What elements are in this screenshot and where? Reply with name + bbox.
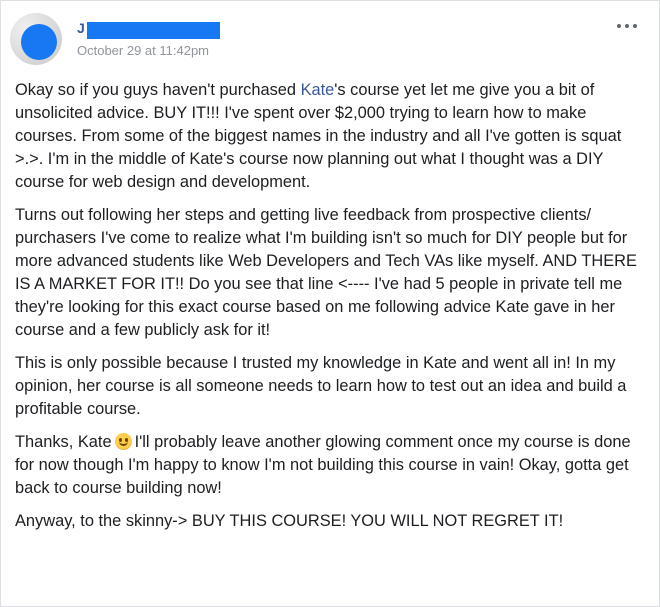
post-header: J October 29 at 11:42pm (10, 13, 649, 65)
facebook-post: J October 29 at 11:42pm Okay so if you g… (0, 0, 660, 607)
post-timestamp[interactable]: October 29 at 11:42pm (77, 43, 209, 59)
more-options-button[interactable] (617, 21, 637, 31)
smiley-emoji-icon (114, 433, 132, 450)
mention-link-kate[interactable]: Kate (301, 81, 335, 99)
author-name-redaction (87, 22, 220, 39)
post-paragraph-1: Okay so if you guys haven't purchased Ka… (15, 79, 645, 194)
post-body: Okay so if you guys haven't purchased Ka… (15, 79, 645, 543)
paragraph-text: Okay so if you guys haven't purchased (15, 81, 301, 99)
avatar[interactable] (10, 13, 62, 65)
avatar-redaction (21, 24, 57, 60)
paragraph-text: Thanks, Kate (15, 433, 112, 451)
more-horizontal-icon (625, 24, 629, 28)
post-paragraph-3: This is only possible because I trusted … (15, 354, 627, 418)
author-name[interactable]: J (77, 19, 85, 37)
more-horizontal-icon (617, 24, 621, 28)
post-paragraph-4: Thanks, Kate I'll probably leave another … (15, 431, 645, 500)
post-paragraph-2: Turns out following her steps and gettin… (15, 206, 637, 339)
more-horizontal-icon (633, 24, 637, 28)
post-paragraph-5: Anyway, to the skinny-> BUY THIS COURSE!… (15, 512, 564, 530)
